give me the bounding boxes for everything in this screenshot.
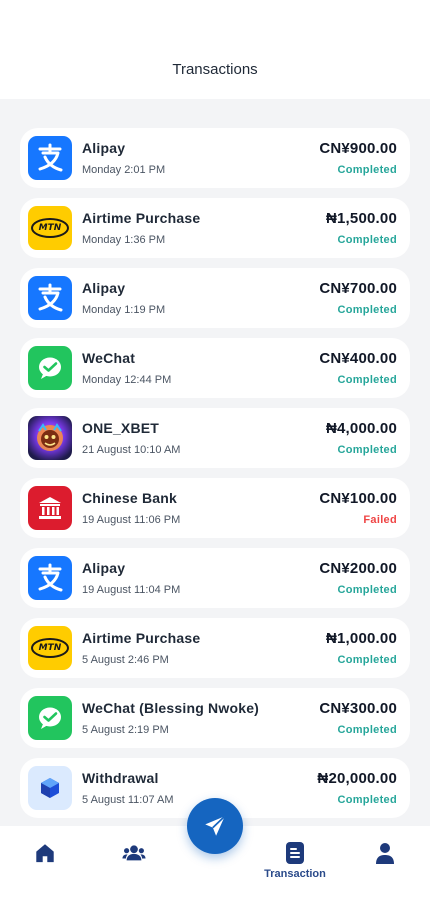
transaction-amount: ₦1,000.00 (325, 630, 397, 647)
status-badge: Completed (337, 304, 397, 316)
transaction-name: Chinese Bank (82, 490, 177, 506)
transaction-row[interactable]: Alipay Monday 1:19 PM CN¥700.00 Completed (20, 268, 410, 328)
transaction-row[interactable]: WeChat (Blessing Nwoke) 5 August 2:19 PM C… (20, 688, 410, 748)
transaction-row[interactable]: MTN Airtime Purchase Monday 1:36 PM ₦1,500… (20, 198, 410, 258)
user-icon (376, 843, 394, 864)
status-badge: Completed (337, 724, 397, 736)
transaction-amount: ₦4,000.00 (325, 420, 397, 437)
wechat-icon (28, 696, 72, 740)
alipay-icon (28, 276, 72, 320)
transaction-amount: CN¥700.00 (319, 280, 397, 297)
transaction-row[interactable]: Alipay 19 August 11:04 PM CN¥200.00 Complet… (20, 548, 410, 608)
alipay-icon (28, 556, 72, 600)
onexbet-icon (28, 416, 72, 460)
transaction-name: Alipay (82, 140, 126, 156)
transaction-list: Alipay Monday 2:01 PM CN¥900.00 Completed M… (20, 128, 410, 828)
bank-icon (28, 486, 72, 530)
transaction-name: WeChat (Blessing Nwoke) (82, 700, 260, 716)
transaction-name: WeChat (82, 350, 136, 366)
transaction-date: Monday 12:44 PM (82, 374, 172, 386)
transaction-amount: CN¥900.00 (319, 140, 397, 157)
transaction-name: ONE_XBET (82, 420, 160, 436)
transaction-name: Alipay (82, 280, 126, 296)
transaction-amount: CN¥100.00 (319, 490, 397, 507)
wechat-icon (28, 346, 72, 390)
withdrawal-icon (28, 766, 72, 810)
nav-home[interactable] (2, 826, 88, 900)
send-money-button[interactable] (187, 798, 243, 854)
status-badge: Completed (337, 164, 397, 176)
transaction-date: 5 August 11:07 AM (82, 794, 174, 806)
transaction-date: 5 August 2:46 PM (82, 654, 169, 666)
status-badge: Completed (337, 374, 397, 386)
transaction-name: Airtime Purchase (82, 210, 201, 226)
alipay-icon (28, 136, 72, 180)
status-badge: Completed (337, 444, 397, 456)
transaction-date: Monday 1:36 PM (82, 234, 166, 246)
transaction-name: Withdrawal (82, 770, 159, 786)
status-badge: Completed (337, 794, 397, 806)
transaction-amount: CN¥400.00 (319, 350, 397, 367)
transaction-amount: ₦1,500.00 (325, 210, 397, 227)
transaction-row[interactable]: ONE_XBET 21 August 10:10 AM ₦4,000.00 Compl… (20, 408, 410, 468)
page-title: Transactions (172, 61, 258, 78)
transaction-name: Alipay (82, 560, 126, 576)
transaction-amount: ₦20,000.00 (317, 770, 397, 787)
status-badge: Failed (363, 514, 397, 526)
transaction-row[interactable]: Chinese Bank 19 August 11:06 PM CN¥100.00 F… (20, 478, 410, 538)
home-icon (36, 844, 54, 863)
transaction-date: 19 August 11:04 PM (82, 584, 181, 596)
transaction-date: 5 August 2:19 PM (82, 724, 169, 736)
transaction-row[interactable]: Alipay Monday 2:01 PM CN¥900.00 Completed (20, 128, 410, 188)
mtn-icon: MTN (28, 626, 72, 670)
transaction-date: Monday 1:19 PM (82, 304, 166, 316)
transaction-row[interactable]: MTN Airtime Purchase 5 August 2:46 PM ₦1,0… (20, 618, 410, 678)
mtn-logo-text: MTN (31, 638, 69, 658)
status-badge: Completed (337, 654, 397, 666)
send-icon (205, 815, 226, 836)
nav-transaction-label: Transaction (264, 868, 326, 880)
transaction-amount: CN¥300.00 (319, 700, 397, 717)
transaction-date: Monday 2:01 PM (82, 164, 166, 176)
transaction-row[interactable]: WeChat Monday 12:44 PM CN¥400.00 Completed (20, 338, 410, 398)
nav-profile[interactable] (342, 826, 428, 900)
header: Transactions (0, 0, 430, 99)
mtn-logo-text: MTN (31, 218, 69, 238)
transaction-date: 21 August 10:10 AM (82, 444, 181, 456)
mtn-icon: MTN (28, 206, 72, 250)
document-icon (286, 842, 304, 864)
users-icon (122, 845, 146, 861)
transaction-amount: CN¥200.00 (319, 560, 397, 577)
transaction-name: Airtime Purchase (82, 630, 201, 646)
transaction-date: 19 August 11:06 PM (82, 514, 181, 526)
nav-contacts[interactable] (91, 826, 177, 900)
status-badge: Completed (337, 234, 397, 246)
status-badge: Completed (337, 584, 397, 596)
nav-transaction[interactable]: Transaction (252, 826, 338, 900)
